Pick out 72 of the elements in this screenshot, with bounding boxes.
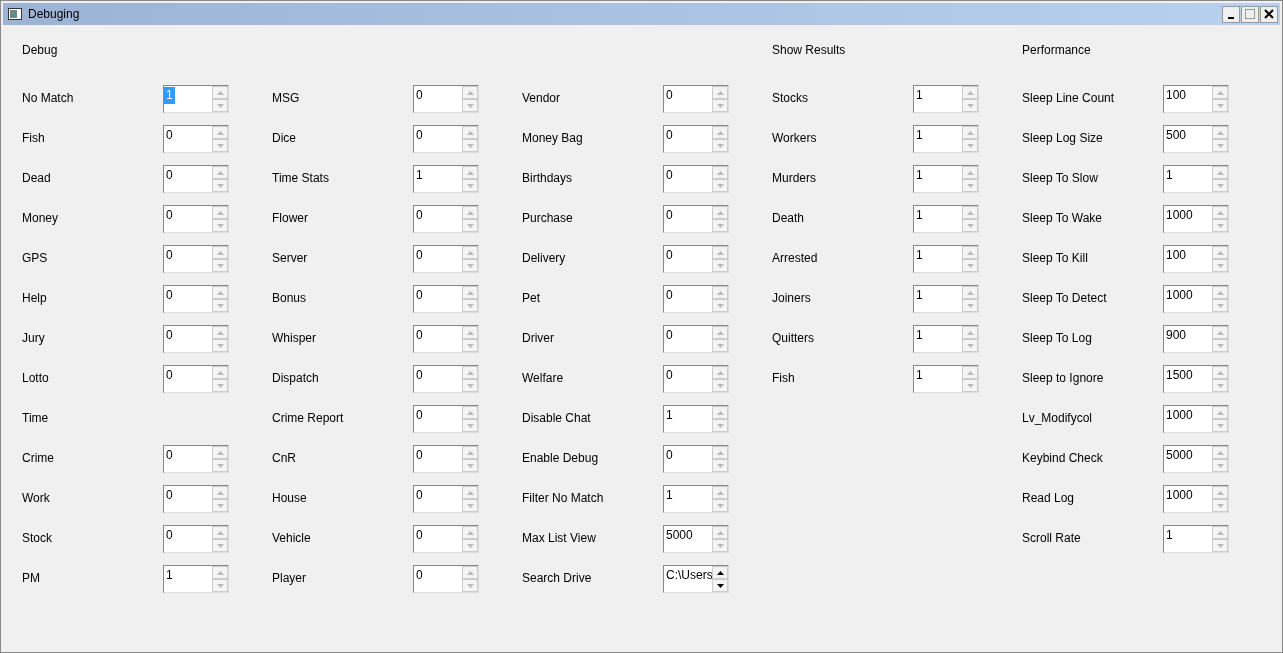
field-label: Server <box>272 251 309 265</box>
field-label: Sleep to Ignore <box>1022 371 1105 385</box>
field-label: Enable Debug <box>522 451 600 465</box>
field-label: Jury <box>22 331 46 345</box>
field-label: Pet <box>522 291 541 305</box>
field-label: Vendor <box>522 91 562 105</box>
field-label: Time Stats <box>272 171 330 185</box>
field-label: Fish <box>22 131 46 145</box>
close-icon <box>1264 9 1274 19</box>
field-label: Welfare <box>522 371 565 385</box>
field-label: GPS <box>22 251 49 265</box>
minimize-button[interactable] <box>1222 5 1240 23</box>
field-label: Joiners <box>772 291 812 305</box>
field-label: Dispatch <box>272 371 320 385</box>
field-label: Crime Report <box>272 411 345 425</box>
field-label: Work <box>22 491 51 505</box>
field-label: Read Log <box>1022 491 1076 505</box>
section-heading: Performance <box>1022 43 1091 57</box>
field-label: Sleep Log Size <box>1022 131 1104 145</box>
window-title: Debuging <box>28 7 80 21</box>
field-label: Vehicle <box>272 531 312 545</box>
field-label: Dead <box>22 171 52 185</box>
minimize-icon <box>1228 16 1234 19</box>
field-label: Sleep Line Count <box>1022 91 1116 105</box>
section-heading: Debug <box>22 43 58 57</box>
field-label: Disable Chat <box>522 411 592 425</box>
field-label: Purchase <box>522 211 574 225</box>
field-label: Lv_Modifycol <box>1022 411 1094 425</box>
field-label: Money Bag <box>522 131 584 145</box>
field-label: Sleep To Wake <box>1022 211 1104 225</box>
field-label: MSG <box>272 91 301 105</box>
spin-down-icon[interactable] <box>712 579 728 592</box>
field-label: Sleep To Detect <box>1022 291 1108 305</box>
close-button[interactable] <box>1260 5 1278 23</box>
field-label: Scroll Rate <box>1022 531 1082 545</box>
field-label: Crime <box>22 451 55 465</box>
field-label: PM <box>22 571 41 585</box>
field-label: Filter No Match <box>522 491 605 505</box>
field-label: Birthdays <box>522 171 574 185</box>
field-label: Workers <box>772 131 818 145</box>
field-label: Max List View <box>522 531 597 545</box>
field-label: Murders <box>772 171 817 185</box>
field-label: Search Drive <box>522 571 593 585</box>
field-label: Flower <box>272 211 309 225</box>
field-label: Dice <box>272 131 297 145</box>
field-label: Money <box>22 211 60 225</box>
field-label: Sleep To Log <box>1022 331 1093 345</box>
field-label: Whisper <box>272 331 317 345</box>
field-label: House <box>272 491 308 505</box>
window-icon <box>8 8 22 20</box>
field-label: No Match <box>22 91 75 105</box>
field-label: Bonus <box>272 291 308 305</box>
field-label: Time <box>22 411 50 425</box>
field-label: Player <box>272 571 307 585</box>
section-heading: Show Results <box>772 43 846 57</box>
field-label: Sleep To Slow <box>1022 171 1099 185</box>
maximize-icon <box>1245 9 1255 19</box>
field-label: Lotto <box>22 371 50 385</box>
field-label: Quitters <box>772 331 815 345</box>
field-label: Stock <box>22 531 53 545</box>
field-label: Keybind Check <box>1022 451 1104 465</box>
field-label: CnR <box>272 451 297 465</box>
spin-up-icon[interactable] <box>712 566 728 579</box>
spin-field[interactable]: C:\Users <box>663 565 729 593</box>
field-label: Delivery <box>522 251 567 265</box>
field-label: Arrested <box>772 251 819 265</box>
field-label: Fish <box>772 371 796 385</box>
field-label: Driver <box>522 331 555 345</box>
field-label: Help <box>22 291 48 305</box>
field-label: Death <box>772 211 806 225</box>
field-label: Stocks <box>772 91 809 105</box>
field-label: Sleep To Kill <box>1022 251 1089 265</box>
